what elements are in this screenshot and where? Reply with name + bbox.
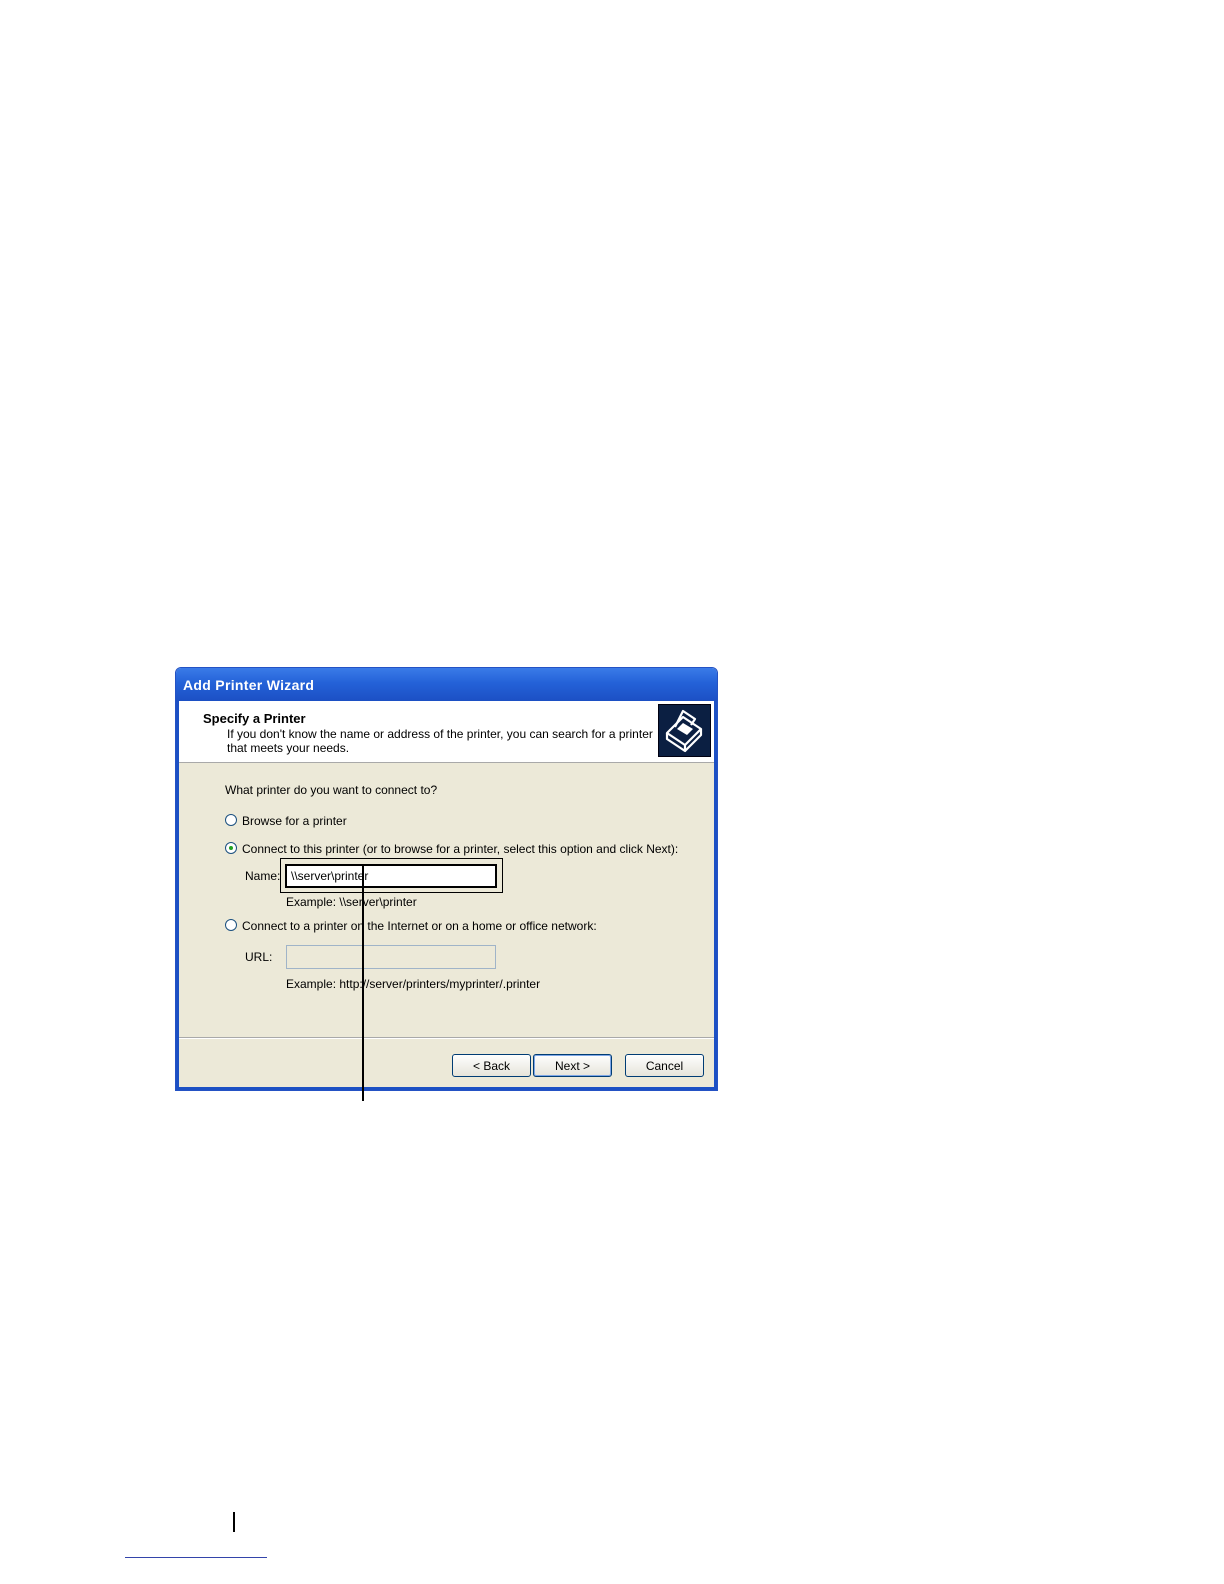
window-frame-right (714, 701, 717, 1090)
footer-divider-highlight (179, 1038, 714, 1039)
printer-icon (658, 704, 711, 757)
url-example: Example: http://server/printers/myprinte… (286, 977, 541, 991)
footer-link-underline (125, 1557, 267, 1558)
internet-radio[interactable] (225, 919, 237, 931)
url-label: URL: (245, 950, 273, 964)
name-label: Name: (245, 869, 281, 883)
header-title: Specify a Printer (203, 711, 306, 726)
question-text: What printer do you want to connect to? (225, 783, 438, 797)
connect-label[interactable]: Connect to this printer (or to browse fo… (242, 842, 678, 856)
name-example: Example: \\server\printer (286, 895, 417, 909)
callout-leader-line (362, 864, 364, 1101)
next-button[interactable]: Next > (533, 1054, 612, 1077)
header-description: If you don't know the name or address of… (227, 727, 653, 755)
add-printer-wizard-dialog: Add Printer Wizard Specify a Printer If … (175, 667, 718, 1091)
name-input[interactable]: \\server\printer (285, 864, 497, 888)
internet-label[interactable]: Connect to a printer on the Internet or … (242, 919, 597, 933)
cancel-button[interactable]: Cancel (625, 1054, 704, 1077)
url-input[interactable] (286, 945, 496, 969)
title-bar[interactable]: Add Printer Wizard (176, 668, 717, 701)
browse-label[interactable]: Browse for a printer (242, 814, 347, 828)
page-margin-marker (233, 1512, 235, 1532)
window-frame-bottom (176, 1087, 717, 1090)
back-button[interactable]: < Back (452, 1054, 531, 1077)
window-title: Add Printer Wizard (183, 677, 315, 693)
browse-radio[interactable] (225, 814, 237, 826)
wizard-header: Specify a Printer If you don't know the … (179, 701, 714, 763)
connect-radio[interactable] (225, 842, 237, 854)
